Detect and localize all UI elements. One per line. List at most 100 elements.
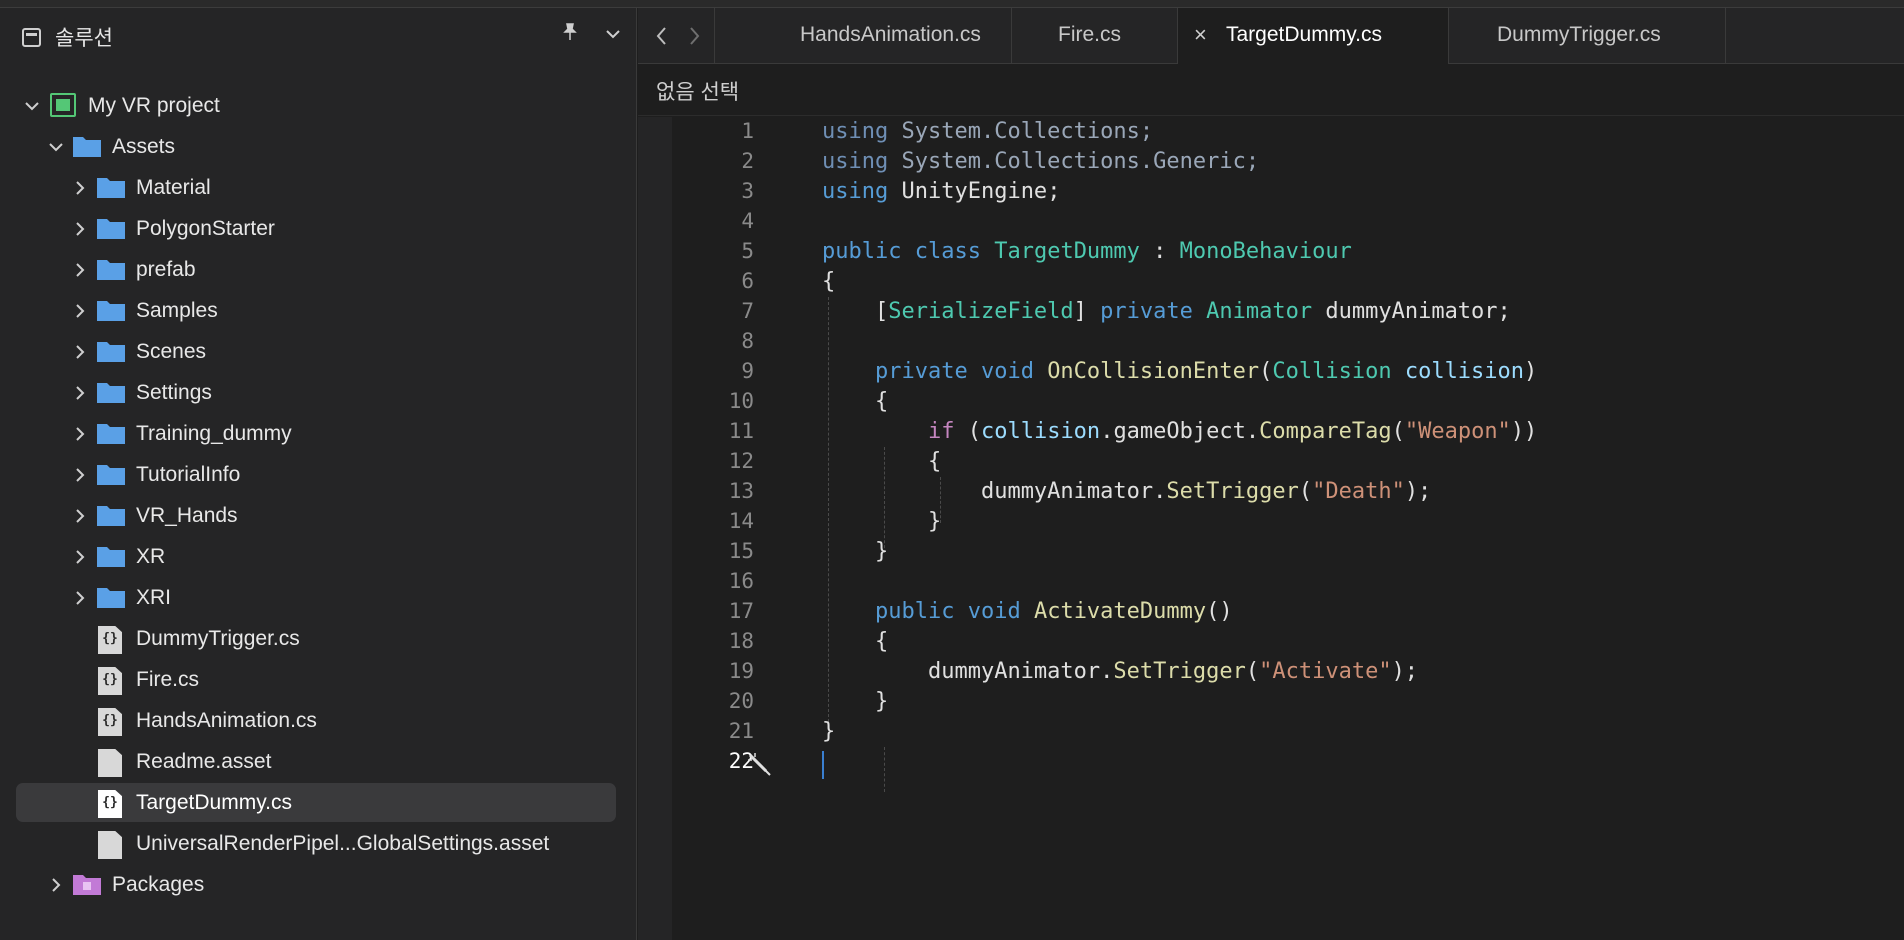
tab-handsanimation-cs[interactable]: HandsAnimation.cs <box>715 8 1012 64</box>
line-number: 15 <box>728 539 754 563</box>
chevron-right-icon[interactable] <box>70 383 90 403</box>
nav-forward-icon[interactable] <box>684 24 704 48</box>
chevron-right-icon[interactable] <box>70 301 90 321</box>
folder-icon <box>72 134 102 158</box>
line-number: 4 <box>741 209 754 233</box>
quick-fix-wand-icon[interactable] <box>746 751 774 779</box>
tab-targetdummy-cs[interactable]: × TargetDummy.cs <box>1178 8 1449 64</box>
tree-item-label: XR <box>136 545 166 568</box>
line-number: 1 <box>741 119 754 143</box>
file-icon <box>98 831 122 859</box>
code-text: if (collision.gameObject.CompareTag("Wea… <box>927 419 1538 444</box>
line-number: 5 <box>741 239 754 263</box>
tree-item-label: UniversalRenderPipel...GlobalSettings.as… <box>136 832 550 855</box>
tree-item-settings[interactable]: Settings <box>16 373 616 412</box>
line-number: 8 <box>741 329 754 353</box>
code-text: } <box>822 689 889 714</box>
sidebar-title: 솔루션 <box>55 27 113 50</box>
code-text: public void ActivateDummy() <box>874 599 1233 624</box>
chevron-right-icon[interactable] <box>70 219 90 239</box>
solution-sidebar: 솔루션 My VR project Assets Material Polygo… <box>0 8 637 940</box>
chevron-right-icon[interactable] <box>70 178 90 198</box>
tree-item-fire-cs[interactable]: {} Fire.cs <box>16 660 616 699</box>
tree-item-training-dummy[interactable]: Training_dummy <box>16 414 616 453</box>
code-text: dummyAnimator.SetTrigger("Death"); <box>980 479 1432 504</box>
folder-icon <box>96 380 126 404</box>
tree-item-scenes[interactable]: Scenes <box>16 332 616 371</box>
tree-item-packages[interactable]: Packages <box>16 865 616 904</box>
line-number: 3 <box>741 179 754 203</box>
csharp-file-icon: {} <box>98 667 122 695</box>
tree-item-samples[interactable]: Samples <box>16 291 616 330</box>
editor-tab-bar: HandsAnimation.cs Fire.cs × TargetDummy.… <box>638 8 1904 64</box>
line-number: 21 <box>728 719 754 743</box>
chevron-right-icon[interactable] <box>70 424 90 444</box>
breadcrumb[interactable]: 없음 선택 <box>638 64 1904 116</box>
tree-item-label: TargetDummy.cs <box>136 791 292 814</box>
tree-item-xr[interactable]: XR <box>16 537 616 576</box>
code-editor[interactable]: 1 using System.Collections; 2 using Syst… <box>638 117 1904 940</box>
chevron-right-icon[interactable] <box>46 875 66 895</box>
tree-item-tutorialinfo[interactable]: TutorialInfo <box>16 455 616 494</box>
close-icon[interactable]: × <box>1194 22 1207 48</box>
tree-item-label: TutorialInfo <box>136 463 241 486</box>
csharp-file-icon: {} <box>98 790 122 818</box>
line-number: 19 <box>728 659 754 683</box>
nav-back-icon[interactable] <box>652 24 672 48</box>
tree-item-label: Training_dummy <box>136 422 292 445</box>
tab-label: TargetDummy.cs <box>1226 23 1382 46</box>
chevron-right-icon[interactable] <box>70 465 90 485</box>
tree-item-dummytrigger-cs[interactable]: {} DummyTrigger.cs <box>16 619 616 658</box>
code-line: 8 <box>638 327 1904 357</box>
code-text: public class TargetDummy : MonoBehaviour <box>822 239 1352 264</box>
tree-item-targetdummy-cs[interactable]: {} TargetDummy.cs <box>16 783 616 822</box>
code-line: 15 } <box>638 537 1904 567</box>
line-number: 6 <box>741 269 754 293</box>
tree-item-prefab[interactable]: prefab <box>16 250 616 289</box>
code-line: 12 { <box>638 447 1904 477</box>
tree-item-material[interactable]: Material <box>16 168 616 207</box>
tab-fire-cs[interactable]: Fire.cs <box>1012 8 1178 64</box>
tree-item-label: prefab <box>136 258 196 281</box>
tree-item-polygonstarter[interactable]: PolygonStarter <box>16 209 616 248</box>
chevron-right-icon[interactable] <box>70 547 90 567</box>
package-folder-icon <box>72 872 102 896</box>
pin-icon[interactable] <box>562 23 578 46</box>
code-line: 11 if (collision.gameObject.CompareTag("… <box>638 417 1904 447</box>
code-text: } <box>822 719 836 744</box>
tree-item-xri[interactable]: XRI <box>16 578 616 617</box>
chevron-down-icon[interactable] <box>22 96 42 116</box>
folder-icon <box>96 462 126 486</box>
tab-dummytrigger-cs[interactable]: DummyTrigger.cs <box>1449 8 1726 64</box>
tree-item-vr-hands[interactable]: VR_Hands <box>16 496 616 535</box>
tree-item-label: DummyTrigger.cs <box>136 627 300 650</box>
tree-item-my-vr-project[interactable]: My VR project <box>16 86 616 125</box>
tree-item-readme-asset[interactable]: Readme.asset <box>16 742 616 781</box>
chevron-down-icon[interactable] <box>46 137 66 157</box>
chevron-right-icon[interactable] <box>70 588 90 608</box>
line-number: 2 <box>741 149 754 173</box>
chevron-right-icon[interactable] <box>70 506 90 526</box>
text-cursor <box>822 751 824 779</box>
tree-item-label: HandsAnimation.cs <box>136 709 317 732</box>
code-text: private void OnCollisionEnter(Collision … <box>874 359 1538 384</box>
code-line: 17 public void ActivateDummy() <box>638 597 1904 627</box>
line-number: 20 <box>728 689 754 713</box>
code-line: 9 private void OnCollisionEnter(Collisio… <box>638 357 1904 387</box>
line-number: 18 <box>728 629 754 653</box>
chevron-down-icon[interactable] <box>603 24 623 44</box>
tree-item-handsanimation-cs[interactable]: {} HandsAnimation.cs <box>16 701 616 740</box>
code-line: 5 public class TargetDummy : MonoBehavio… <box>638 237 1904 267</box>
chevron-right-icon[interactable] <box>70 260 90 280</box>
chevron-right-icon[interactable] <box>70 342 90 362</box>
folder-icon <box>96 339 126 363</box>
tree-item-label: Fire.cs <box>136 668 199 691</box>
window-top-edge <box>0 0 1904 8</box>
tree-item-label: XRI <box>136 586 172 609</box>
code-line: 14 } <box>638 507 1904 537</box>
tree-item-urp-global-settings[interactable]: UniversalRenderPipel...GlobalSettings.as… <box>16 824 616 863</box>
code-text: using UnityEngine; <box>822 179 1061 204</box>
tree-item-label: Samples <box>136 299 218 322</box>
tree-item-label: VR_Hands <box>136 504 238 527</box>
tree-item-assets[interactable]: Assets <box>16 127 616 166</box>
